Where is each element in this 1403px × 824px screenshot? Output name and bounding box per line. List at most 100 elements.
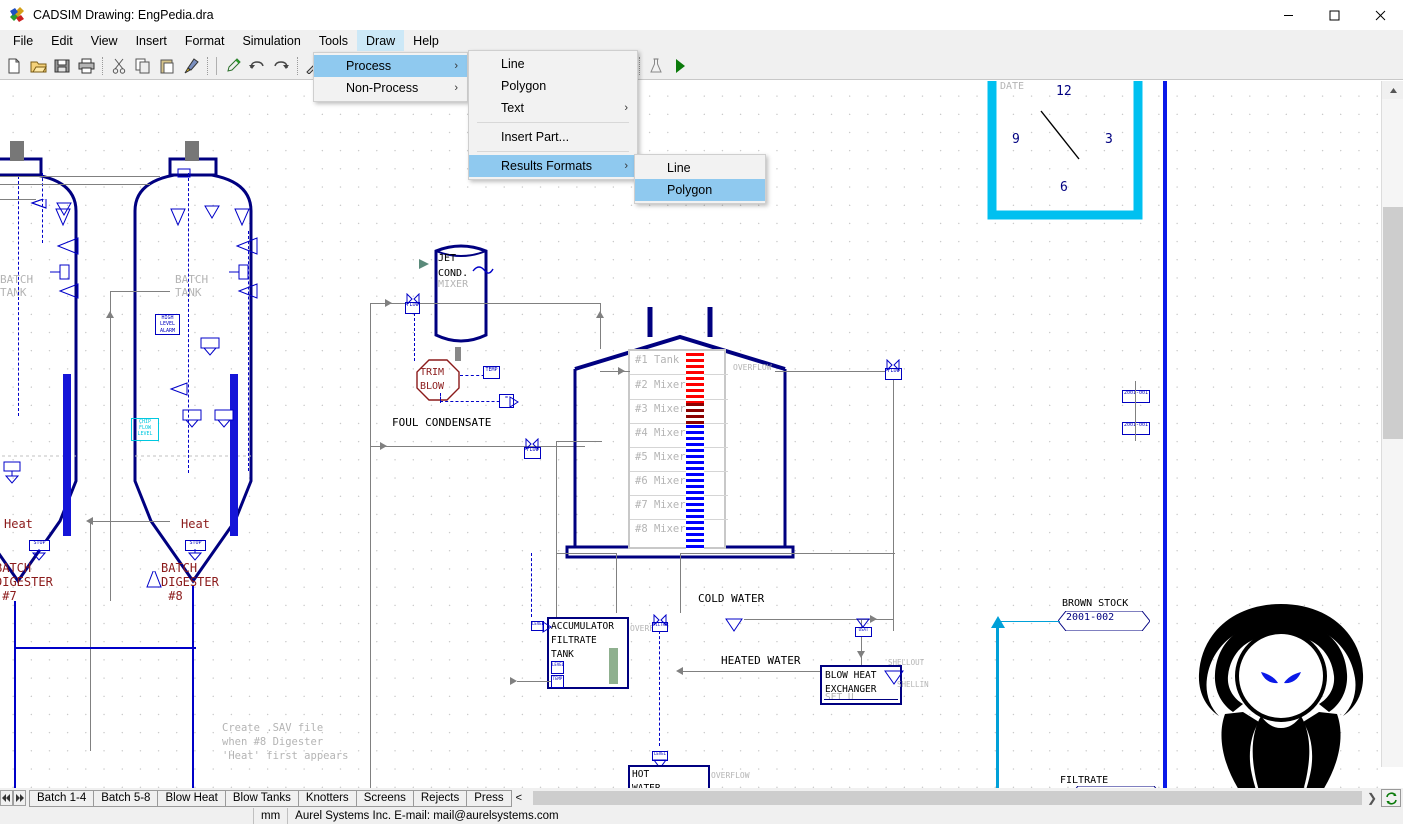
open-folder-icon[interactable] — [26, 54, 50, 78]
sheet-tab-screens[interactable]: Screens — [355, 789, 414, 807]
maximize-button[interactable] — [1311, 0, 1357, 30]
clock-widget[interactable]: DATE 12 3 6 9 — [986, 81, 1144, 221]
flow-arrow — [385, 299, 392, 307]
blow-tank-row-5: #5 Mixer — [635, 451, 686, 463]
menu-file[interactable]: File — [4, 30, 42, 51]
flask-icon[interactable] — [644, 54, 668, 78]
pipe — [90, 521, 91, 751]
pipe — [680, 553, 895, 554]
temp-tag[interactable]: TEMP — [483, 366, 500, 379]
pen-icon[interactable] — [221, 54, 245, 78]
last-page-icon[interactable] — [13, 790, 26, 806]
jet-cond-mixer-label2: MIXER — [438, 279, 469, 290]
save-disk-icon[interactable] — [50, 54, 74, 78]
cold-water-label: COLD WATER — [698, 592, 765, 605]
menu-insert[interactable]: Insert — [127, 30, 176, 51]
instruments-digester-8 — [169, 208, 258, 428]
paste-icon[interactable] — [155, 54, 179, 78]
pipe — [1135, 381, 1136, 441]
sheet-tab-batch-1-4[interactable]: Batch 1-4 — [29, 789, 95, 807]
menu-format[interactable]: Format — [176, 30, 234, 51]
cut-scissors-icon[interactable] — [107, 54, 131, 78]
process-submenu-dropdown[interactable]: Line Polygon Text › Insert Part... Resul… — [468, 50, 638, 180]
redo-icon[interactable] — [269, 54, 293, 78]
valve-icon — [856, 618, 870, 628]
shellout-label: SHELLOUT — [888, 658, 925, 667]
flow-arrow — [618, 367, 625, 375]
tab-overflow-left-icon[interactable]: < — [511, 792, 527, 804]
scroll-up-icon[interactable] — [1382, 81, 1403, 99]
draw-menu-dropdown[interactable]: Process › Non-Process › — [313, 52, 468, 102]
flow-arrow — [106, 311, 114, 318]
hot-water-tank-label: HOT WATER TANK — [632, 769, 661, 788]
instruments-digester-7 — [50, 208, 79, 299]
sheet-tab-bar: Batch 1-4 Batch 5-8 Blow Heat Blow Tanks… — [0, 788, 1403, 808]
vertical-scrollbar[interactable] — [1381, 81, 1403, 767]
brown-stock-riser — [996, 621, 999, 788]
copy-icon[interactable] — [131, 54, 155, 78]
run-simulation-icon[interactable] — [668, 54, 692, 78]
menu-tools[interactable]: Tools — [310, 30, 357, 51]
flow-arrow — [857, 651, 865, 658]
sheet-tab-blow-heat[interactable]: Blow Heat — [157, 789, 226, 807]
signal-line — [18, 176, 19, 416]
menu-item-insert-part[interactable]: Insert Part... — [469, 126, 637, 148]
first-page-icon[interactable] — [0, 790, 13, 806]
menu-item-results-line[interactable]: Line — [635, 157, 765, 179]
right-tag-1[interactable]: 2001-001 — [1122, 390, 1150, 403]
menu-item-line[interactable]: Line — [469, 53, 637, 75]
menu-help[interactable]: Help — [404, 30, 448, 51]
blue-pipe — [14, 647, 196, 649]
pipe — [680, 553, 681, 613]
menu-draw[interactable]: Draw — [357, 30, 405, 51]
menu-item-process[interactable]: Process › — [314, 55, 467, 77]
print-icon[interactable] — [74, 54, 98, 78]
format-painter-icon[interactable] — [179, 54, 203, 78]
vscroll-thumb[interactable] — [1383, 207, 1403, 439]
batch-tank-label-7: BATCH TANK — [0, 273, 34, 299]
flow-arrow — [510, 677, 517, 685]
heat-label-7: Heat — [4, 517, 33, 531]
right-tag-2[interactable]: 2001-001 — [1122, 422, 1150, 435]
horizontal-scrollbar[interactable]: ❯ — [527, 788, 1403, 808]
aft-tag-2[interactable]: TEMP — [551, 675, 564, 688]
menu-simulation[interactable]: Simulation — [233, 30, 309, 51]
hscroll-thumb[interactable] — [532, 790, 1363, 806]
menu-item-line-label: Line — [501, 57, 525, 71]
blow-tank-row-8: #8 Mixer — [635, 523, 686, 535]
menu-item-results-formats[interactable]: Results Formats › — [469, 155, 637, 177]
minimize-button[interactable] — [1265, 0, 1311, 30]
menu-item-text[interactable]: Text › — [469, 97, 637, 119]
close-button[interactable] — [1357, 0, 1403, 30]
vscroll-track[interactable] — [1382, 99, 1403, 767]
brown-stock-tag[interactable]: 2001-002 — [1057, 610, 1151, 634]
sheet-tab-blow-tanks[interactable]: Blow Tanks — [224, 789, 299, 807]
engpedia-logo — [1165, 586, 1381, 788]
sheet-tab-knotters[interactable]: Knotters — [297, 789, 357, 807]
results-table[interactable]: #1 Tank #2 Mixer #3 Mixer #4 Mixer #5 Mi… — [628, 349, 728, 549]
valve-icon — [177, 168, 191, 178]
signal-line — [531, 553, 532, 617]
undo-icon[interactable] — [245, 54, 269, 78]
status-bar: mm Aurel Systems Inc. E-mail: mail@aurel… — [0, 808, 1403, 824]
aft-tag-1[interactable]: LEVEL — [551, 661, 564, 674]
menu-item-non-process[interactable]: Non-Process › — [314, 77, 467, 99]
menu-edit[interactable]: Edit — [42, 30, 82, 51]
sheet-tab-batch-5-8[interactable]: Batch 5-8 — [93, 789, 159, 807]
valve-icon — [406, 293, 420, 305]
sheet-tab-press[interactable]: Press — [466, 789, 512, 807]
pipe — [775, 371, 895, 372]
scroll-right-icon[interactable]: ❯ — [1363, 791, 1381, 805]
blow-tank-row-3: #3 Mixer — [635, 403, 686, 415]
new-file-icon[interactable] — [2, 54, 26, 78]
results-formats-submenu-dropdown[interactable]: Line Polygon — [634, 154, 766, 204]
pipe — [556, 441, 557, 631]
menu-item-polygon[interactable]: Polygon — [469, 75, 637, 97]
menu-view[interactable]: View — [82, 30, 127, 51]
shellin-label: SHELLIN — [897, 680, 929, 689]
clock-tick-3: 3 — [1105, 132, 1113, 147]
refresh-icon[interactable] — [1381, 789, 1401, 807]
menu-item-results-polygon[interactable]: Polygon — [635, 179, 765, 201]
level-bar-7 — [63, 374, 71, 536]
sheet-tab-rejects[interactable]: Rejects — [412, 789, 468, 807]
